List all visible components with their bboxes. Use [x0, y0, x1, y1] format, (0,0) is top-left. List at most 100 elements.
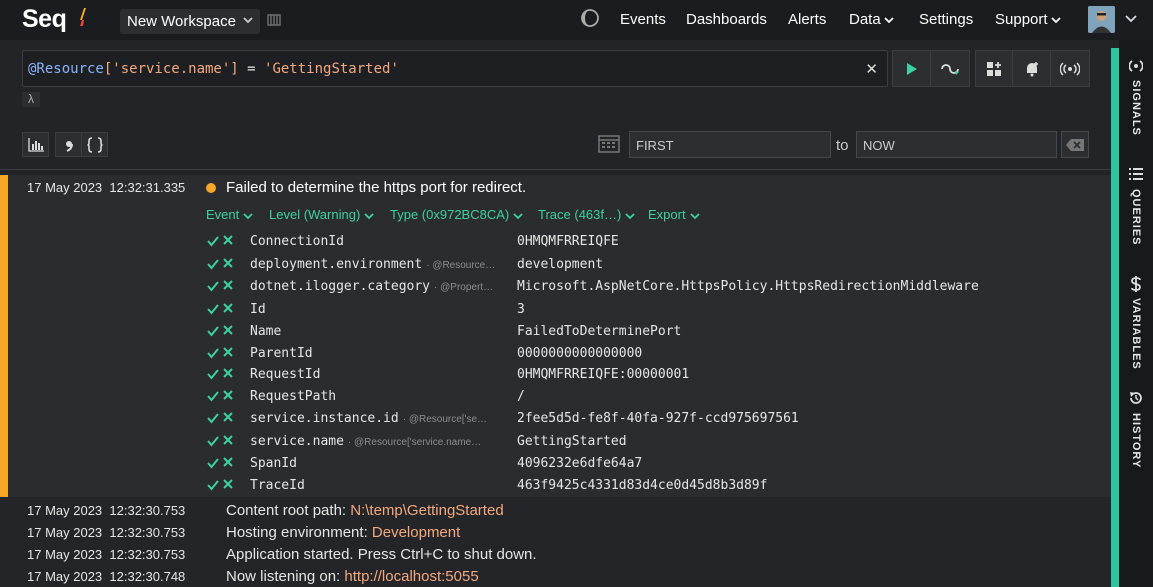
- nav-support[interactable]: Support: [995, 11, 1062, 28]
- property-row[interactable]: dotnet.ilogger.category · @Propert… Micros…: [0, 276, 1100, 298]
- add-signal-button[interactable]: [1050, 50, 1090, 87]
- include-filter-icon[interactable]: [207, 479, 219, 491]
- event-value[interactable]: N:\temp\GettingStarted: [350, 502, 503, 519]
- clear-search-icon[interactable]: ✕: [865, 60, 878, 78]
- property-value[interactable]: Microsoft.AspNetCore.HttpsPolicy.HttpsRe…: [517, 279, 979, 294]
- exclude-filter-icon[interactable]: [223, 368, 233, 378]
- property-value[interactable]: 0HMQMFRREIQFE: [517, 234, 619, 249]
- include-filter-icon[interactable]: [207, 412, 219, 424]
- include-filter-icon[interactable]: [207, 280, 219, 292]
- property-value[interactable]: 0HMQMFRREIQFE:00000001: [517, 367, 689, 382]
- pill-level[interactable]: Level (Warning): [269, 207, 375, 222]
- property-name: service.name · @Resource['service.name…: [250, 434, 481, 449]
- property-row[interactable]: SpanId 4096232e6dfe64a7: [0, 453, 1100, 475]
- include-filter-icon[interactable]: [207, 258, 219, 270]
- workspace-selector[interactable]: New Workspace: [120, 9, 260, 34]
- json-format-button[interactable]: [81, 132, 108, 157]
- property-row[interactable]: RequestId 0HMQMFRREIQFE:00000001: [0, 364, 1100, 386]
- exclude-filter-icon[interactable]: [223, 479, 233, 489]
- lambda-toggle[interactable]: λ: [22, 92, 40, 107]
- search-input[interactable]: @Resource['service.name'] = 'GettingStar…: [22, 50, 888, 87]
- exclude-filter-icon[interactable]: [223, 303, 233, 313]
- avatar[interactable]: [1088, 6, 1115, 33]
- right-sidebar: SIGNALS QUERIES VARIABLES HISTORY: [1119, 40, 1153, 587]
- property-value[interactable]: 4096232e6dfe64a7: [517, 456, 642, 471]
- add-alert-button[interactable]: [1012, 50, 1051, 87]
- property-value[interactable]: FailedToDeterminePort: [517, 324, 681, 339]
- sidebar-item-signals[interactable]: SIGNALS: [1119, 58, 1153, 168]
- sidebar-item-history[interactable]: HISTORY: [1119, 391, 1153, 501]
- include-filter-icon[interactable]: [207, 347, 219, 359]
- event-row[interactable]: 17 May 2023 12:32:30.753 Content root pa…: [0, 499, 1111, 521]
- include-filter-icon[interactable]: [207, 390, 219, 402]
- property-row[interactable]: TraceId 463f9425c4331d83d4ce0d45d8b3d89f: [0, 475, 1100, 497]
- property-value[interactable]: 463f9425c4331d83d4ce0d45d8b3d89f: [517, 478, 767, 493]
- exclude-filter-icon[interactable]: [223, 457, 233, 467]
- property-name-text: Id: [250, 302, 266, 317]
- date-to-input[interactable]: NOW: [856, 131, 1057, 158]
- include-filter-icon[interactable]: [207, 368, 219, 380]
- tail-button[interactable]: [930, 50, 970, 87]
- moon-icon[interactable]: [580, 8, 600, 28]
- property-value[interactable]: development: [517, 257, 603, 272]
- pill-event[interactable]: Event: [206, 207, 254, 222]
- include-filter-icon[interactable]: [207, 435, 219, 447]
- nav-dashboards[interactable]: Dashboards: [686, 11, 767, 28]
- run-query-button[interactable]: [892, 50, 931, 87]
- exclude-filter-icon[interactable]: [223, 412, 233, 422]
- event-value[interactable]: http://localhost:5055: [344, 568, 478, 585]
- nav-data[interactable]: Data: [849, 11, 895, 28]
- date-from-input[interactable]: FIRST: [629, 131, 831, 158]
- property-value[interactable]: 0000000000000000: [517, 346, 642, 361]
- property-row[interactable]: service.name · @Resource['service.name… Ge…: [0, 431, 1100, 453]
- workspace-settings-icon[interactable]: [267, 13, 281, 27]
- broadcast-icon: [1060, 61, 1080, 76]
- event-value[interactable]: Development: [372, 524, 460, 541]
- sidebar-item-queries[interactable]: QUERIES: [1119, 167, 1153, 277]
- comma-format-button[interactable]: [55, 132, 82, 157]
- exclude-filter-icon[interactable]: [223, 258, 233, 268]
- pill-type[interactable]: Type (0x972BC8CA): [390, 207, 524, 222]
- property-row[interactable]: ParentId 0000000000000000: [0, 343, 1100, 365]
- nav-alerts[interactable]: Alerts: [788, 11, 826, 28]
- property-value[interactable]: /: [517, 389, 525, 404]
- exclude-filter-icon[interactable]: [223, 235, 233, 245]
- add-to-dashboard-button[interactable]: [975, 50, 1013, 87]
- include-filter-icon[interactable]: [207, 303, 219, 315]
- sidebar-item-label: HISTORY: [1130, 413, 1142, 469]
- event-message[interactable]: Failed to determine the https port for r…: [226, 179, 526, 196]
- pill-trace[interactable]: Trace (463f…): [538, 207, 636, 222]
- nav-events[interactable]: Events: [620, 11, 666, 28]
- include-filter-icon[interactable]: [207, 235, 219, 247]
- calendar-icon[interactable]: [598, 135, 620, 153]
- histogram-button[interactable]: [22, 132, 49, 157]
- include-filter-icon[interactable]: [207, 457, 219, 469]
- property-value[interactable]: 3: [517, 302, 525, 317]
- exclude-filter-icon[interactable]: [223, 390, 233, 400]
- sidebar-item-variables[interactable]: VARIABLES: [1119, 276, 1153, 396]
- include-filter-icon[interactable]: [207, 325, 219, 337]
- expanded-event[interactable]: 17 May 2023 12:32:31.335 Failed to deter…: [0, 175, 1111, 497]
- property-row[interactable]: ConnectionId 0HMQMFRREIQFE: [0, 231, 1100, 253]
- exclude-filter-icon[interactable]: [223, 280, 233, 290]
- nav-settings[interactable]: Settings: [919, 11, 973, 28]
- property-value[interactable]: GettingStarted: [517, 434, 627, 449]
- event-row[interactable]: 17 May 2023 12:32:30.753 Hosting environ…: [0, 521, 1111, 543]
- pill-export[interactable]: Export: [648, 207, 701, 222]
- chevron-down-icon[interactable]: [1124, 11, 1138, 27]
- logo-mark-icon: [80, 8, 86, 26]
- exclude-filter-icon[interactable]: [223, 325, 233, 335]
- clear-range-button[interactable]: [1061, 131, 1089, 158]
- exclude-filter-icon[interactable]: [223, 347, 233, 357]
- exclude-filter-icon[interactable]: [223, 435, 233, 445]
- property-value[interactable]: 2fee5d5d-fe8f-40fa-927f-ccd975697561: [517, 411, 799, 426]
- property-row[interactable]: service.instance.id · @Resource['se… 2fee5…: [0, 408, 1100, 430]
- seq-logo[interactable]: Seq: [22, 5, 67, 34]
- property-row[interactable]: Name FailedToDeterminePort: [0, 321, 1100, 343]
- chevron-down-icon: [884, 17, 894, 24]
- event-row[interactable]: 17 May 2023 12:32:30.748 Now listening o…: [0, 565, 1111, 587]
- property-row[interactable]: deployment.environment · @Resource… develo…: [0, 254, 1100, 276]
- property-row[interactable]: Id 3: [0, 299, 1100, 321]
- property-row[interactable]: RequestPath /: [0, 386, 1100, 408]
- event-row[interactable]: 17 May 2023 12:32:30.753 Application sta…: [0, 543, 1111, 565]
